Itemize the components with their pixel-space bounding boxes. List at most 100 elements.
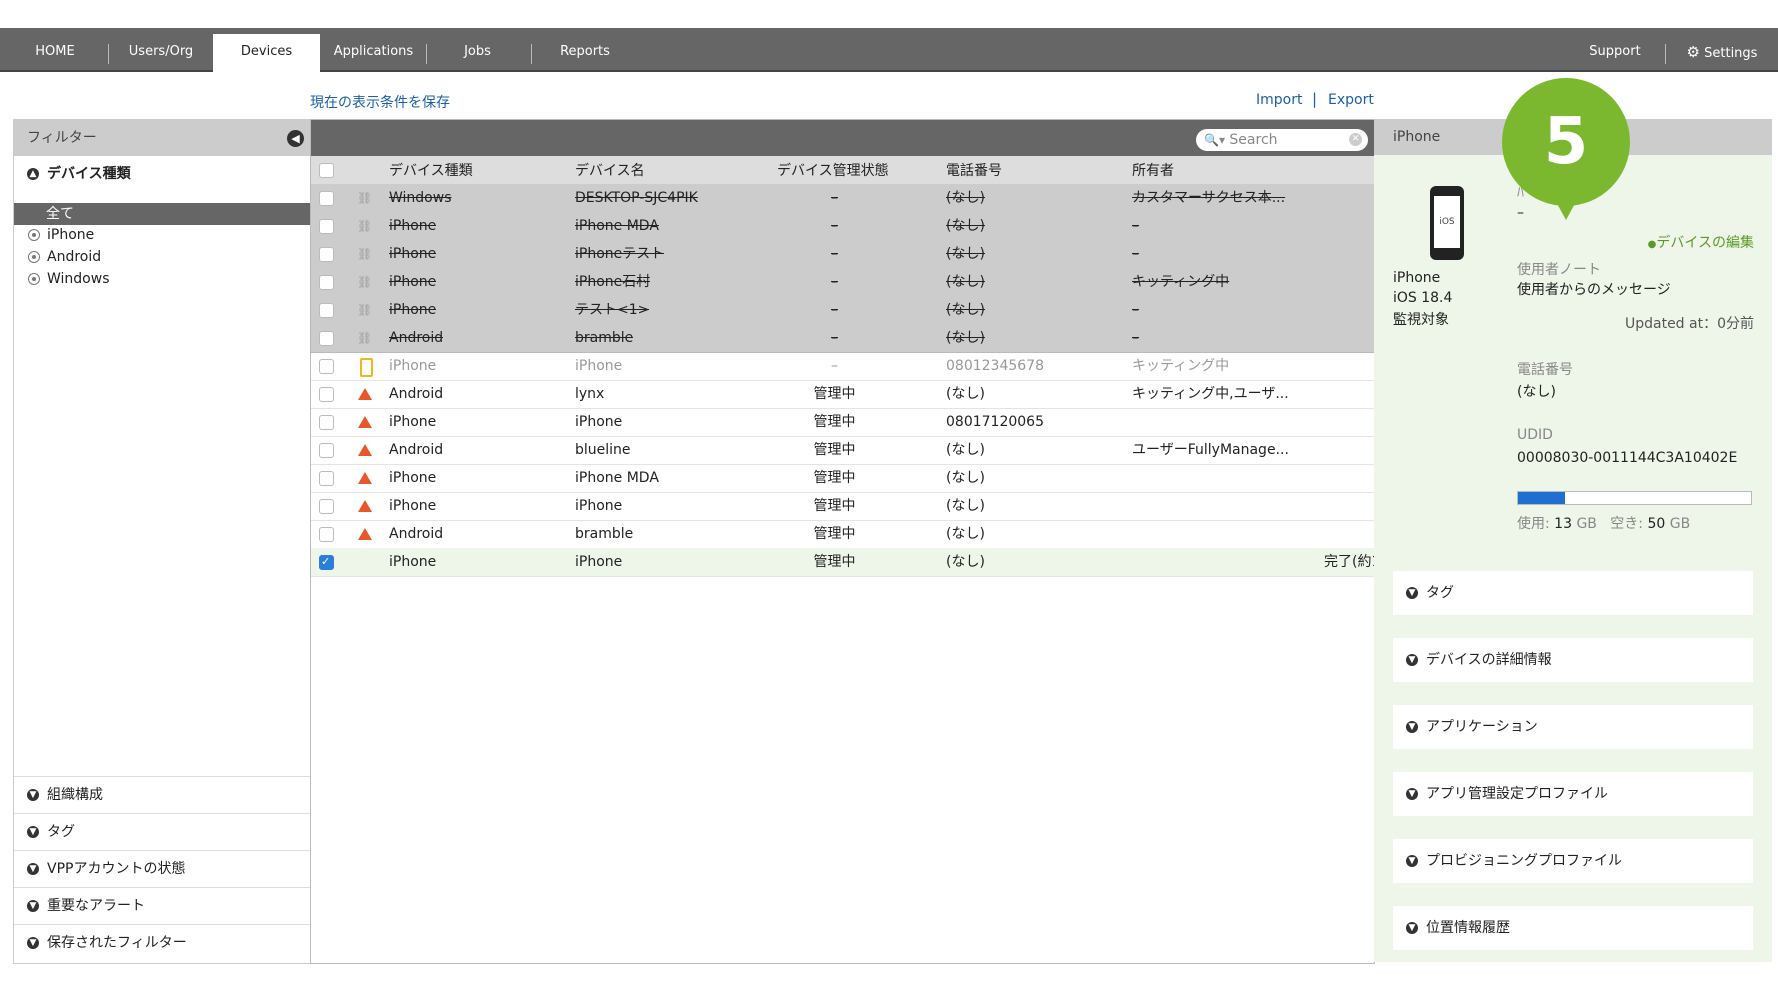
filter-item-android[interactable]: Android xyxy=(28,249,101,265)
select-all-checkbox[interactable] xyxy=(319,163,334,178)
free-value: 50 xyxy=(1647,516,1666,532)
chevron-up-icon: ▲ xyxy=(27,168,39,180)
cell-mgmt-status: – xyxy=(831,246,838,262)
nav-applications[interactable]: Applications xyxy=(325,28,422,70)
cell-mgmt-status: 管理中 xyxy=(813,442,856,458)
column-phone[interactable]: 電話番号 xyxy=(946,156,1002,184)
filter-item-windows[interactable]: Windows xyxy=(28,271,110,287)
section-alerts[interactable]: ▼ 重要なアラート xyxy=(14,887,310,924)
nav-reports[interactable]: Reports xyxy=(550,28,620,70)
nav-home[interactable]: HOME xyxy=(20,28,90,70)
storage-bar xyxy=(1517,491,1752,505)
section-label: アプリ管理設定プロファイル xyxy=(1426,786,1608,802)
filter-item-label: iPhone xyxy=(47,227,95,243)
export-link[interactable]: Export xyxy=(1328,92,1374,108)
cell-device-name: iPhone xyxy=(575,554,623,570)
row-checkbox[interactable]: ✓ xyxy=(319,555,334,570)
edit-device-link[interactable]: ●デバイスの編集 xyxy=(1648,232,1754,252)
filter-item-iphone[interactable]: iPhone xyxy=(28,227,94,243)
search-input[interactable]: 🔍▾ Search ✕ xyxy=(1196,129,1368,151)
table-row[interactable]: Android lynx 管理中 (なし) キッティング中,ユーザ... xyxy=(311,380,1374,409)
section-app-config[interactable]: ▼ アプリ管理設定プロファイル xyxy=(1393,772,1753,816)
table-row[interactable]: ✓ iPhone iPhone 管理中 (なし) 完了(約1 xyxy=(311,548,1374,577)
save-filter-link[interactable]: 現在の表示条件を保存 xyxy=(310,92,450,112)
column-device-name[interactable]: デバイス名 xyxy=(575,156,645,184)
column-mgmt-status[interactable]: デバイス管理状態 xyxy=(777,156,889,184)
row-checkbox[interactable] xyxy=(319,499,334,514)
table-row[interactable]: iPhone iPhone – 08012345678 キッティング中 xyxy=(311,352,1374,381)
row-checkbox[interactable] xyxy=(319,443,334,458)
section-applications[interactable]: ▼ アプリケーション xyxy=(1393,705,1753,749)
table-row[interactable]: ⛓ iPhone iPhone MDA – (なし) – xyxy=(311,212,1374,241)
section-tag[interactable]: ▼ タグ xyxy=(1393,571,1753,615)
row-checkbox[interactable] xyxy=(319,303,334,318)
section-saved-filters[interactable]: ▼ 保存されたフィルター xyxy=(14,924,310,961)
row-checkbox[interactable] xyxy=(319,247,334,262)
nav-jobs[interactable]: Jobs xyxy=(445,28,510,70)
note-label: 使用者ノート xyxy=(1517,262,1601,278)
import-link[interactable]: Import xyxy=(1256,92,1302,108)
row-checkbox[interactable] xyxy=(319,359,334,374)
edit-device-label: デバイスの編集 xyxy=(1656,235,1754,251)
top-nav: HOME Users/Org Devices Applications Jobs… xyxy=(0,28,1778,72)
chevron-down-icon: ▼ xyxy=(1406,587,1418,599)
clear-icon[interactable]: ✕ xyxy=(1349,133,1362,146)
column-owner[interactable]: 所有者 xyxy=(1132,156,1174,184)
cell-device-name: iPhoneテスト xyxy=(575,246,665,262)
section-label: VPPアカウントの状態 xyxy=(47,861,186,877)
table-row[interactable]: ⛓ iPhone テスト<1> – (なし) – xyxy=(311,296,1374,325)
cell-phone: (なし) xyxy=(946,330,985,346)
cell-owner: – xyxy=(1132,246,1139,262)
row-checkbox[interactable] xyxy=(319,471,334,486)
table-row[interactable]: ⛓ Android bramble – (なし) – xyxy=(311,324,1374,353)
cell-job-status: 完了(約1 xyxy=(1324,554,1374,570)
section-location-history[interactable]: ▼ 位置情報履歴 xyxy=(1393,906,1753,950)
section-org[interactable]: ▼ 組織構成 xyxy=(14,776,310,813)
table-row[interactable]: ⛓ Windows DESKTOP-SJC4PIK – (なし) カスタマーサクセス本..… xyxy=(311,184,1374,213)
row-checkbox[interactable] xyxy=(319,275,334,290)
table-row[interactable]: iPhone iPhone MDA 管理中 (なし) xyxy=(311,464,1374,493)
chevron-down-icon: ▼ xyxy=(27,863,39,875)
device-type-header[interactable]: ▲ デバイス種類 xyxy=(14,156,310,192)
nav-users-org[interactable]: Users/Org xyxy=(116,28,206,70)
row-checkbox[interactable] xyxy=(319,331,334,346)
cell-device-type: iPhone xyxy=(389,554,437,570)
table-row[interactable]: iPhone iPhone 管理中 (なし) xyxy=(311,492,1374,521)
cell-mgmt-status: 管理中 xyxy=(813,554,856,570)
filter-item-all[interactable]: 全て xyxy=(14,203,310,225)
cell-device-type: Windows xyxy=(389,190,452,206)
cell-phone: (なし) xyxy=(946,386,985,402)
row-checkbox[interactable] xyxy=(319,191,334,206)
free-label: 空き: xyxy=(1610,516,1643,532)
row-checkbox[interactable] xyxy=(319,387,334,402)
used-value: 13 xyxy=(1554,516,1572,532)
cell-phone: (なし) xyxy=(946,442,985,458)
nav-support[interactable]: Support xyxy=(1580,28,1650,70)
table-row[interactable]: Android blueline 管理中 (なし) ユーザーFullyManage... xyxy=(311,436,1374,465)
updated-at: Updated at：0分前 xyxy=(1624,316,1754,332)
cell-device-name: iPhone MDA xyxy=(575,470,659,486)
section-vpp[interactable]: ▼ VPPアカウントの状態 xyxy=(14,850,310,887)
collapse-left-icon[interactable]: ◀ xyxy=(287,130,304,147)
section-device-details[interactable]: ▼ デバイスの詳細情報 xyxy=(1393,638,1753,682)
table-row[interactable]: Android bramble 管理中 (なし) xyxy=(311,520,1374,549)
cell-phone: (なし) xyxy=(946,246,985,262)
row-checkbox[interactable] xyxy=(319,219,334,234)
table-row[interactable]: ⛓ iPhone iPhone石村 – (なし) キッティング中 xyxy=(311,268,1374,297)
nav-settings[interactable]: ⚙ Settings xyxy=(1682,28,1762,70)
table-row[interactable]: ⛓ iPhone iPhoneテスト – (なし) – xyxy=(311,240,1374,269)
callout-number: 5 xyxy=(1543,105,1589,179)
table-row[interactable]: iPhone iPhone 管理中 08017120065 xyxy=(311,408,1374,437)
nav-devices[interactable]: Devices xyxy=(213,34,320,72)
section-tag[interactable]: ▼ タグ xyxy=(14,813,310,850)
filter-header: フィルター ◀ xyxy=(14,120,310,156)
cell-device-name: iPhone石村 xyxy=(575,274,651,290)
warning-icon xyxy=(357,464,373,492)
chevron-down-icon: ▼ xyxy=(1406,788,1418,800)
filter-title: フィルター xyxy=(27,130,97,146)
column-device-type[interactable]: デバイス種類 xyxy=(389,156,473,184)
nav-divider xyxy=(1665,44,1666,64)
row-checkbox[interactable] xyxy=(319,415,334,430)
row-checkbox[interactable] xyxy=(319,527,334,542)
section-provisioning[interactable]: ▼ プロビジョニングプロファイル xyxy=(1393,839,1753,883)
